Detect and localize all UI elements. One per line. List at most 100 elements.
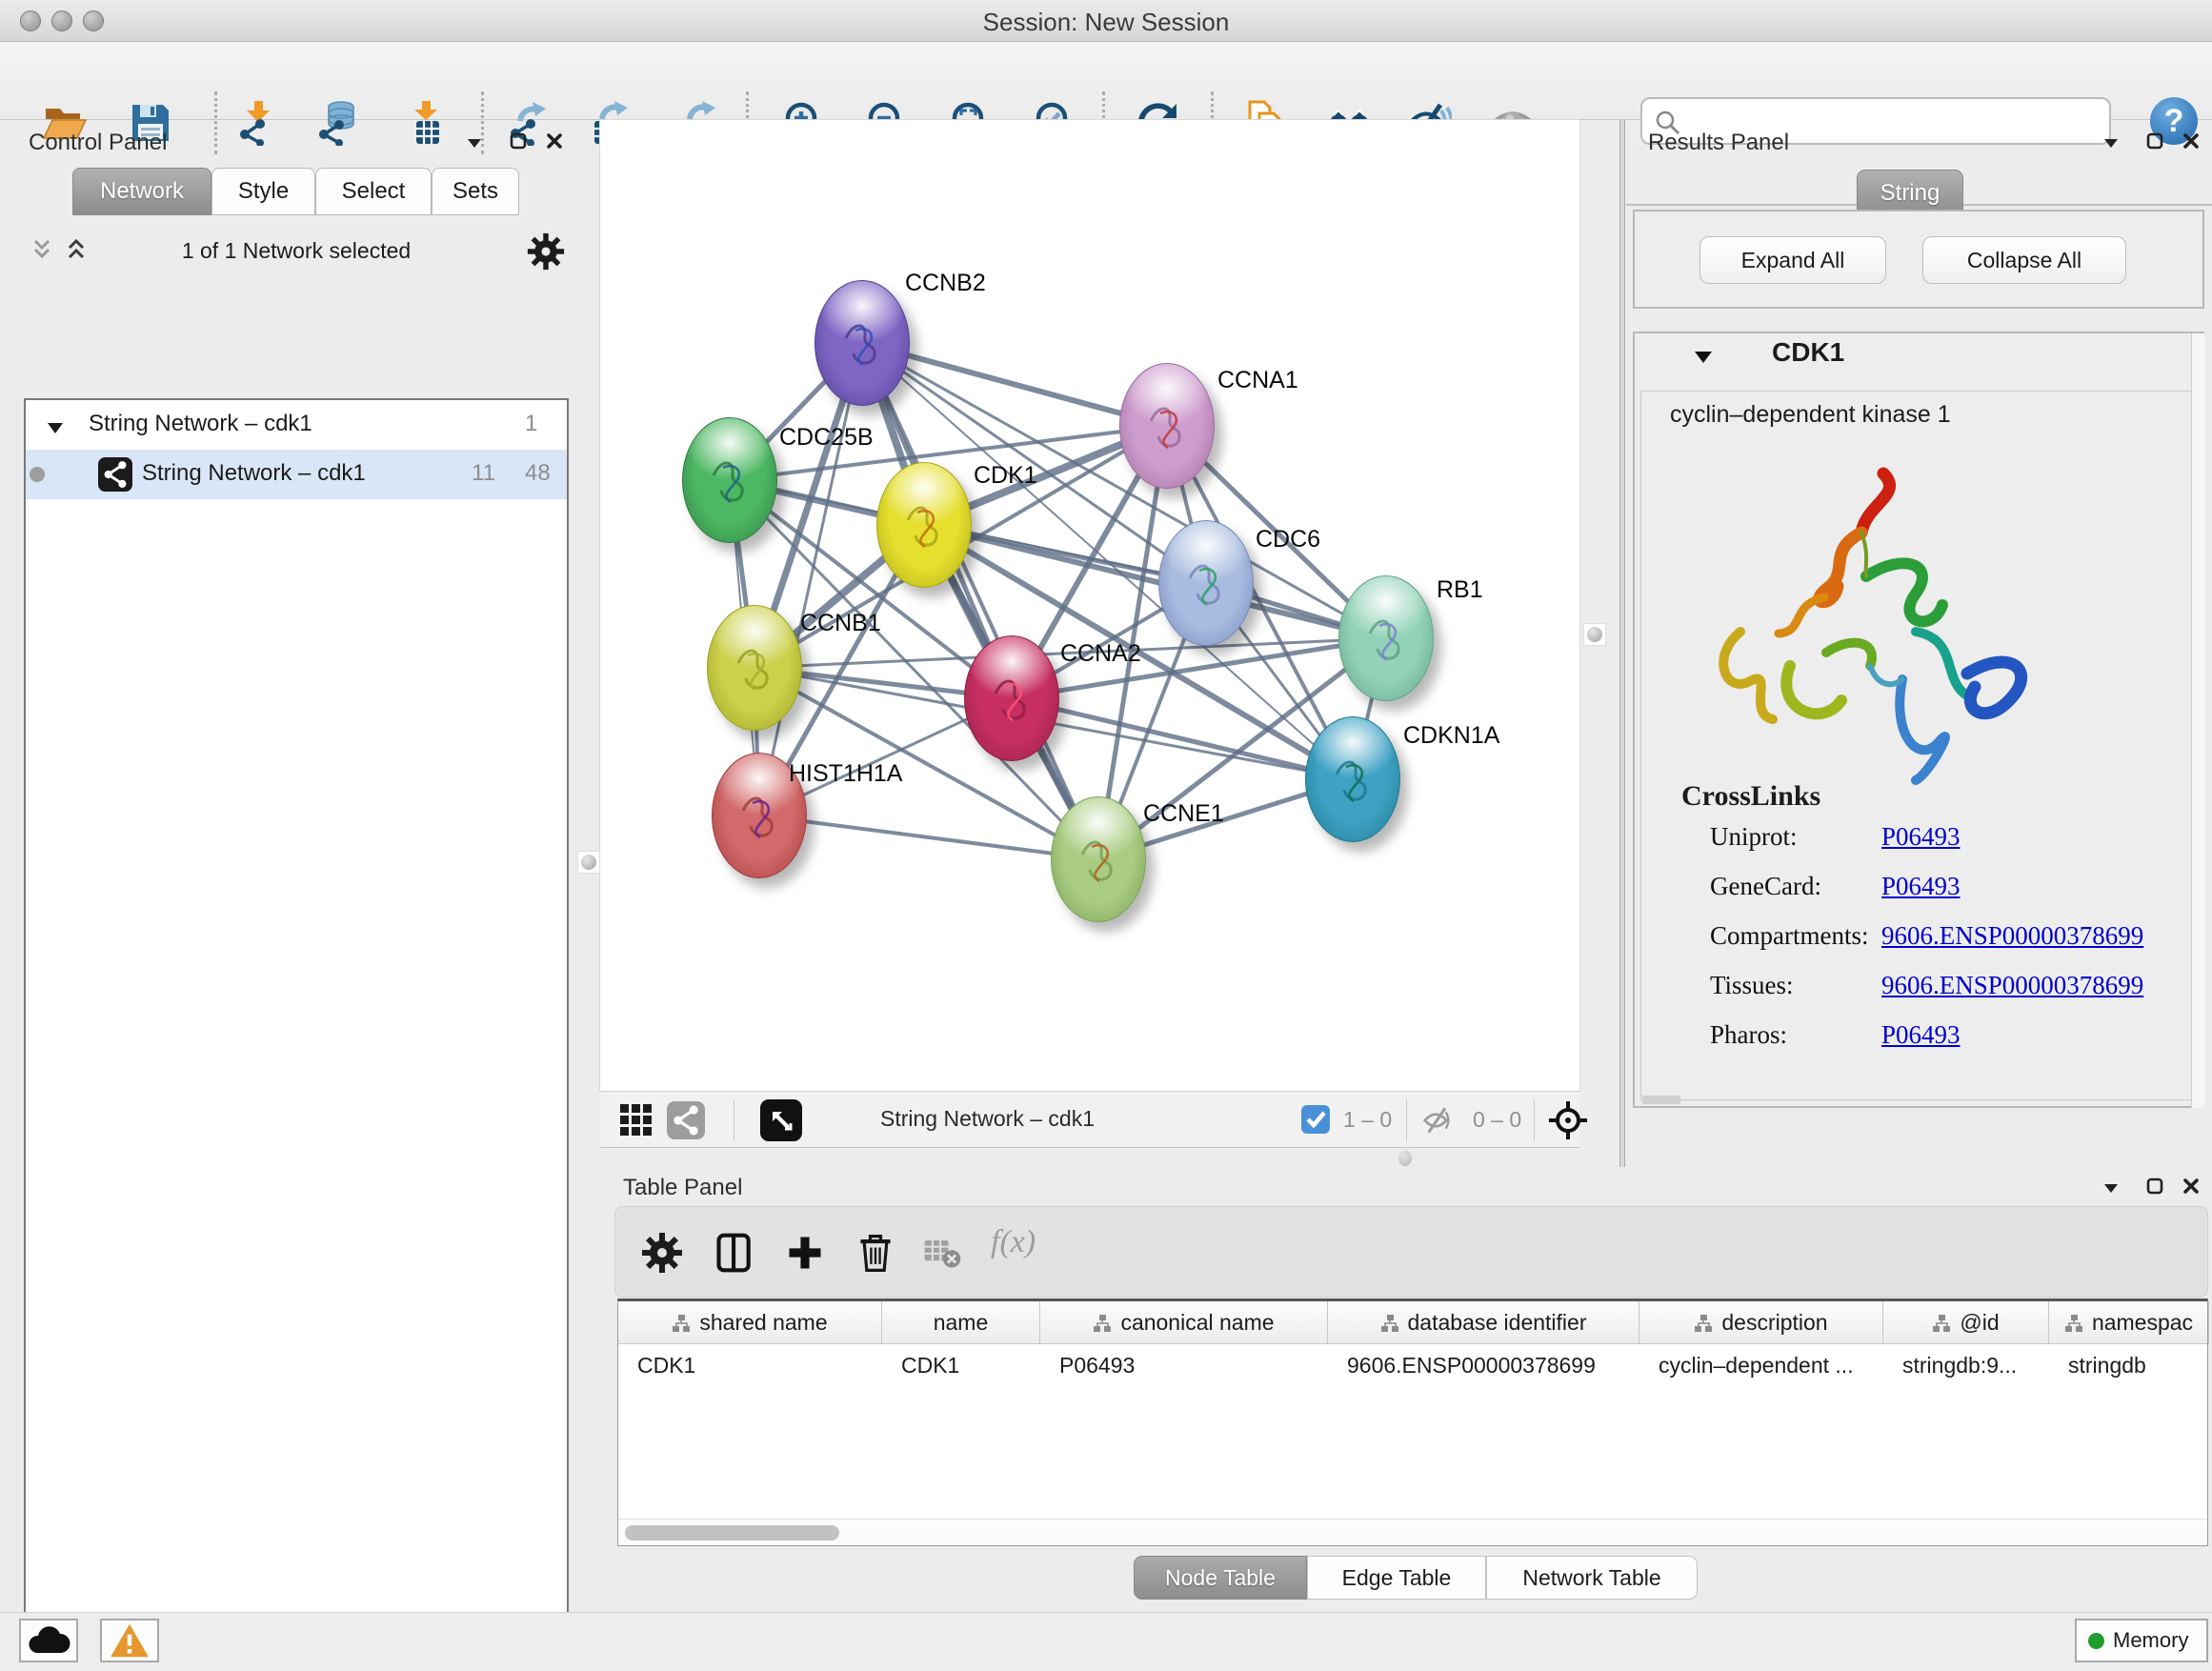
protein-structure-thumb	[1139, 389, 1196, 465]
right-splitter-handle[interactable]	[1583, 623, 1606, 646]
tab-style[interactable]: Style	[211, 168, 315, 215]
crosslink-value-link[interactable]: 9606.ENSP00000378699	[1881, 971, 2143, 1000]
node-label-CDC25B: CDC25B	[779, 424, 874, 452]
table-cell[interactable]: CDK1	[618, 1344, 882, 1386]
table-cell[interactable]: CDK1	[882, 1344, 1040, 1386]
column-header-2[interactable]: canonical name	[1040, 1301, 1328, 1344]
column-header-4[interactable]: description	[1639, 1301, 1883, 1344]
tab-sets[interactable]: Sets	[432, 168, 519, 215]
results-panel-menu-icon[interactable]	[2101, 133, 2122, 154]
control-panel-menu-icon[interactable]	[465, 133, 486, 154]
network-canvas[interactable]: CCNB2 CCNA1 CDC25B CDK1 CDC6 RB1	[600, 120, 1579, 1091]
table-cell[interactable]: cyclin–dependent ...	[1639, 1344, 1883, 1386]
crosslink-value-link[interactable]: 9606.ENSP00000378699	[1881, 921, 2143, 951]
node-label-CCNB1: CCNB1	[800, 610, 881, 637]
node-label-HIST1H1A: HIST1H1A	[789, 760, 902, 788]
node-label-CCNE1: CCNE1	[1143, 800, 1224, 828]
column-tree-icon	[1694, 1314, 1713, 1333]
table-panel-close-icon[interactable]	[2182, 1177, 2202, 1198]
table-horizontal-scrollbar[interactable]	[618, 1519, 2207, 1545]
warning-status-button[interactable]	[100, 1619, 159, 1662]
grid-view-icon[interactable]	[619, 1103, 654, 1142]
node-label-CDKN1A: CDKN1A	[1403, 722, 1499, 750]
network-options-gear-icon[interactable]	[527, 232, 565, 275]
tree-expand-caret-icon[interactable]	[47, 415, 64, 442]
table-settings-gear-icon[interactable]	[641, 1232, 683, 1274]
memory-button[interactable]: Memory	[2075, 1619, 2208, 1662]
network-node-CCNB1[interactable]	[707, 605, 802, 731]
expand-all-button[interactable]: Expand All	[1699, 236, 1886, 284]
crosslink-value-link[interactable]: P06493	[1881, 822, 1961, 852]
birdseye-view-icon[interactable]	[760, 1099, 802, 1146]
network-selection-row: 1 of 1 Network selected	[24, 229, 569, 276]
column-tree-icon	[1380, 1314, 1399, 1333]
selected-checkbox-icon[interactable]	[1301, 1105, 1330, 1134]
tab-select[interactable]: Select	[315, 168, 432, 215]
scrollbar-thumb[interactable]	[625, 1525, 839, 1540]
crosslink-value-link[interactable]: P06493	[1881, 872, 1961, 901]
table-cell[interactable]: P06493	[1040, 1344, 1328, 1386]
protein-structure-thumb	[1178, 546, 1236, 622]
node-table: shared namenamecanonical namedatabase id…	[617, 1299, 2208, 1546]
table-cell[interactable]: stringdb:9...	[1883, 1344, 2049, 1386]
tab-node-table[interactable]: Node Table	[1134, 1556, 1307, 1600]
cloud-status-button[interactable]	[19, 1619, 78, 1662]
network-node-RB1[interactable]	[1338, 575, 1434, 701]
tab-network-table[interactable]: Network Table	[1486, 1556, 1698, 1600]
hidden-eye-icon	[1418, 1105, 1458, 1140]
tab-edge-table[interactable]: Edge Table	[1307, 1556, 1486, 1600]
delete-table-icon[interactable]	[921, 1232, 963, 1274]
results-buttons-box: Expand All Collapse All	[1633, 210, 2204, 309]
results-panel: Results Panel String Expand All Collapse…	[1626, 120, 2212, 1168]
column-header-1[interactable]: name	[882, 1301, 1040, 1344]
results-dock-splitter[interactable]	[1619, 120, 1625, 1167]
protein-structure-thumb	[1325, 742, 1382, 818]
table-cell[interactable]: stringdb	[2049, 1344, 2209, 1386]
function-builder-icon[interactable]: f(x)	[991, 1224, 1067, 1266]
results-panel-close-icon[interactable]	[2182, 131, 2202, 152]
fit-selected-crosshair-icon[interactable]	[1547, 1099, 1589, 1146]
network-node-CDC6[interactable]	[1158, 520, 1254, 646]
selected-node-edge-counts: 1 – 0	[1343, 1107, 1392, 1133]
results-vertical-scrollbar[interactable]	[2191, 333, 2204, 1108]
network-node-CCNA1[interactable]	[1119, 363, 1215, 489]
bottom-splitter-handle[interactable]	[1398, 1151, 1412, 1166]
add-column-icon[interactable]	[784, 1232, 826, 1274]
network-node-CDK1[interactable]	[876, 462, 972, 588]
crosslink-value-link[interactable]: P06493	[1881, 1020, 1961, 1050]
results-panel-float-icon[interactable]	[2145, 131, 2166, 152]
results-panel-title: Results Panel	[1648, 130, 1789, 156]
table-panel-menu-icon[interactable]	[2101, 1178, 2122, 1199]
network-view-icon[interactable]	[667, 1101, 705, 1144]
collapse-all-button[interactable]: Collapse All	[1922, 236, 2126, 284]
column-header-5[interactable]: @id	[1883, 1301, 2049, 1344]
gene-collapse-caret-icon[interactable]	[1694, 349, 1713, 370]
column-header-6[interactable]: namespac	[2049, 1301, 2209, 1344]
column-header-0[interactable]: shared name	[618, 1301, 882, 1344]
network-node-CDC25B[interactable]	[682, 417, 777, 543]
left-splitter-handle[interactable]	[577, 851, 600, 874]
tab-network[interactable]: Network	[72, 168, 211, 215]
table-panel-title: Table Panel	[623, 1175, 742, 1201]
table-cell[interactable]: 9606.ENSP00000378699	[1328, 1344, 1639, 1386]
gene-description: cyclin–dependent kinase 1	[1670, 401, 1951, 429]
control-panel-float-icon[interactable]	[509, 131, 530, 152]
control-panel-close-icon[interactable]	[545, 131, 566, 152]
window-title: Session: New Session	[0, 8, 2212, 37]
table-panel-float-icon[interactable]	[2145, 1177, 2166, 1198]
results-horizontal-scrollbar[interactable]	[1642, 1096, 1680, 1104]
network-node-CCNE1[interactable]	[1051, 796, 1146, 922]
network-node-CDKN1A[interactable]	[1305, 716, 1400, 842]
network-node-CCNB2[interactable]	[814, 280, 910, 406]
protein-structure-thumb	[984, 661, 1041, 737]
column-header-3[interactable]: database identifier	[1328, 1301, 1639, 1344]
table-header-row: shared namenamecanonical namedatabase id…	[618, 1301, 2207, 1344]
network-node-CCNA2[interactable]	[964, 635, 1059, 761]
network-tree: String Network – cdk1 1 String Network –…	[24, 398, 569, 1671]
network-tree-row-selected[interactable]: String Network – cdk1 11 48	[26, 450, 567, 499]
delete-column-trash-icon[interactable]	[855, 1232, 896, 1274]
show-columns-icon[interactable]	[714, 1232, 755, 1274]
gene-symbol[interactable]: CDK1	[1772, 337, 1844, 368]
protein-structure-thumb	[835, 306, 892, 382]
network-tree-root-row[interactable]: String Network – cdk1 1	[26, 400, 567, 450]
